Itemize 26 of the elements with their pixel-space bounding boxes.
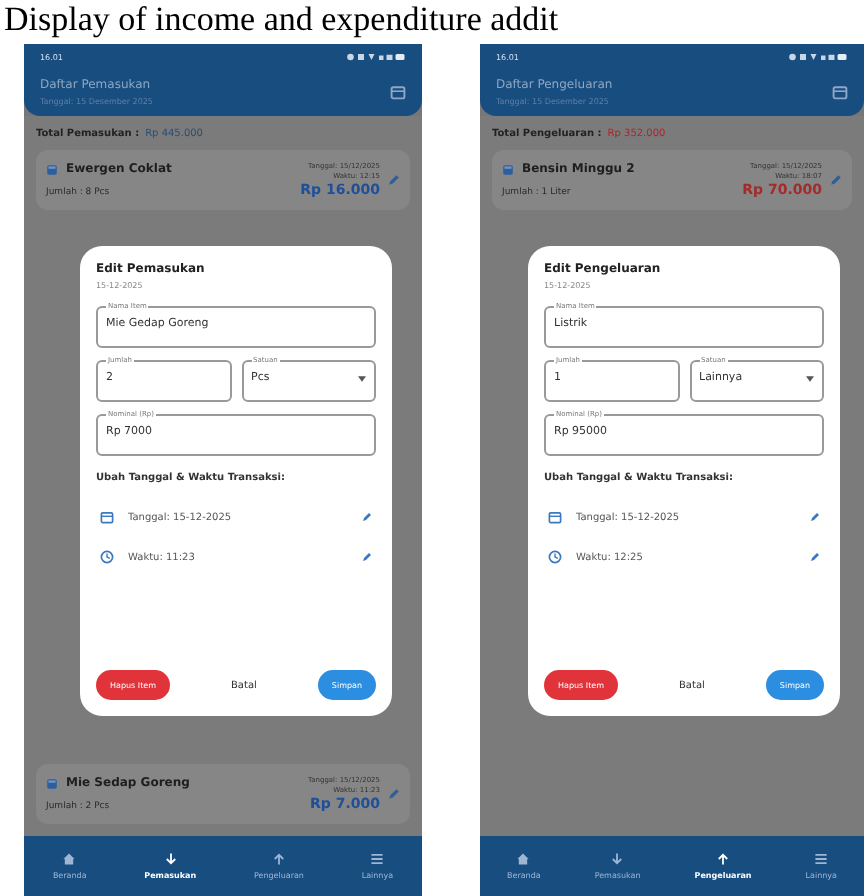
box-icon [46,777,58,789]
menu-icon [814,852,829,866]
calendar-icon [100,510,114,524]
menu-icon [370,852,385,866]
down-arrow-icon [163,852,178,866]
edit-icon[interactable] [362,512,372,522]
edit-icon[interactable] [810,512,820,522]
calendar-icon[interactable] [832,84,848,100]
edit-icon[interactable] [810,552,820,562]
up-arrow-icon [716,852,731,866]
calendar-icon[interactable] [390,84,406,100]
box-icon [46,163,58,175]
home-icon [516,852,531,866]
up-arrow-icon [271,852,286,866]
dropdown-caret-icon [806,375,814,381]
calendar-icon [548,510,562,524]
home-icon [62,852,77,866]
dropdown-caret-icon [358,375,366,381]
clock-icon [100,550,114,564]
clock-icon [548,550,562,564]
edit-icon[interactable] [362,552,372,562]
status-icons-drawing [346,51,406,61]
box-icon [502,163,514,175]
down-arrow-icon [610,852,625,866]
figure-caption: Display of income and expenditure addit [2,0,561,40]
status-icons-drawing [788,51,848,61]
